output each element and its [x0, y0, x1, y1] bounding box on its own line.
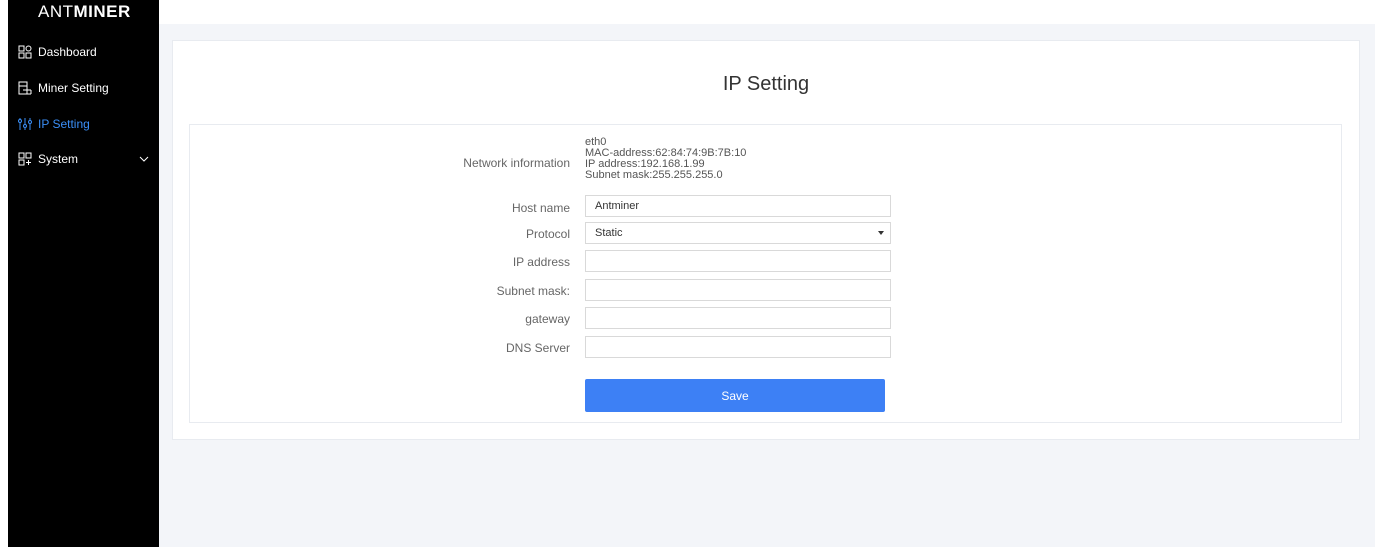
- subnet-mask-label: Subnet mask:: [496, 284, 570, 298]
- sidebar-item-ip-setting[interactable]: IP Setting: [18, 112, 154, 136]
- network-information-value: eth0 MAC-address:62:84:74:9B:7B:10 IP ad…: [585, 137, 746, 181]
- ip-address-input[interactable]: [595, 255, 881, 267]
- gateway-label: gateway: [525, 312, 570, 326]
- dashboard-grid-icon: [18, 45, 32, 59]
- sidebar-item-label: IP Setting: [38, 117, 90, 131]
- host-name-field[interactable]: [585, 195, 891, 217]
- subnet-mask-text: Subnet mask:255.255.255.0: [585, 169, 723, 181]
- antminer-logo: ANTMINER: [38, 2, 131, 21]
- network-information-label: Network information: [463, 156, 570, 170]
- ip-address-label: IP address: [512, 255, 570, 269]
- chevron-down-icon[interactable]: [138, 153, 150, 165]
- host-name-label: Host name: [511, 201, 570, 215]
- sidebar-item-label: Miner Setting: [38, 81, 109, 95]
- gateway-input[interactable]: [595, 312, 881, 324]
- top-bar: [159, 0, 1375, 24]
- ip-setting-form: Network information eth0 MAC-address:62:…: [189, 124, 1342, 423]
- dns-server-field[interactable]: [585, 336, 891, 358]
- sidebar-item-miner-setting[interactable]: Miner Setting: [18, 76, 154, 100]
- save-button[interactable]: Save: [585, 379, 885, 412]
- sliders-icon: [18, 118, 32, 130]
- system-tree-icon: [18, 152, 32, 166]
- ip-address-field[interactable]: [585, 250, 891, 272]
- dns-server-label: DNS Server: [505, 341, 570, 355]
- subnet-mask-field[interactable]: [585, 279, 891, 301]
- ip-setting-panel: IP Setting Network information eth0 MAC-…: [172, 40, 1360, 440]
- sidebar: ANTMINER Dashboard Miner Setting IP Sett…: [8, 0, 159, 547]
- sidebar-item-label: System: [38, 152, 79, 166]
- sidebar-item-system[interactable]: System: [18, 147, 154, 171]
- subnet-mask-input[interactable]: [595, 284, 881, 296]
- sidebar-item-label: Dashboard: [38, 45, 97, 59]
- gateway-field[interactable]: [585, 307, 891, 329]
- host-name-input[interactable]: [595, 200, 881, 212]
- dns-server-input[interactable]: [595, 341, 881, 353]
- protocol-select[interactable]: Static: [585, 222, 891, 244]
- main-content: IP Setting Network information eth0 MAC-…: [159, 0, 1375, 547]
- dropdown-arrow-icon: [878, 231, 884, 235]
- protocol-selected-value: Static: [595, 227, 623, 239]
- sidebar-item-dashboard[interactable]: Dashboard: [18, 40, 154, 64]
- protocol-label: Protocol: [525, 227, 570, 241]
- miner-setting-icon: [18, 81, 32, 95]
- page-title: IP Setting: [722, 73, 810, 95]
